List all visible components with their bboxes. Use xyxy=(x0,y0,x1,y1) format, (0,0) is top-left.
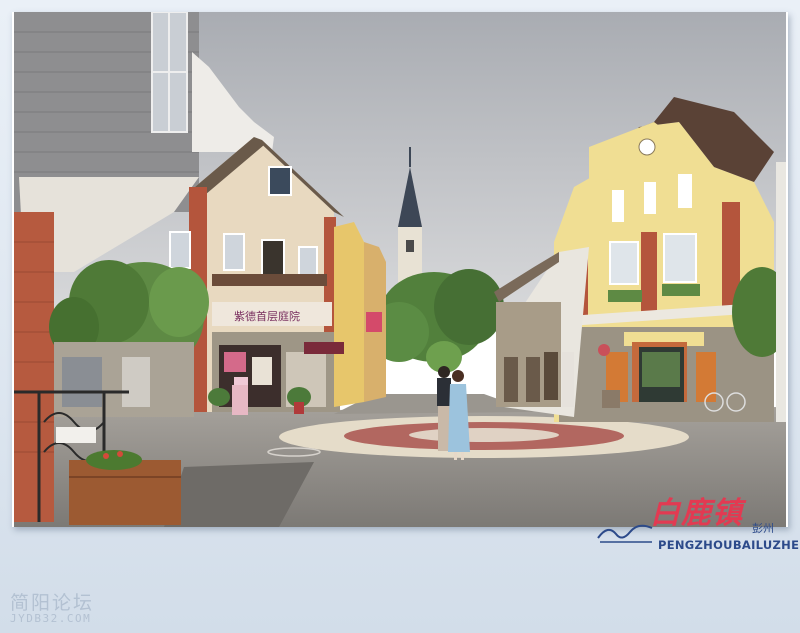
menu-board xyxy=(232,385,248,415)
brand-watermark-small: 彭州 xyxy=(752,522,774,535)
signature-swoosh-icon xyxy=(597,524,653,543)
mosaic-circle xyxy=(279,416,689,458)
couple-walking xyxy=(437,366,470,460)
forum-url: JYDB32.COM xyxy=(10,612,92,625)
brand-watermark-chinese: 白鹿镇 xyxy=(650,496,743,531)
brand-watermark-latin: PENGZHOUBAILUZHEN xyxy=(658,538,800,552)
forum-name: 简阳论坛 xyxy=(10,592,95,614)
planter-box xyxy=(69,450,181,525)
shop-sign: 紫德首层庭院 xyxy=(234,309,300,323)
street-photo: 紫德首层庭院 xyxy=(14,12,786,527)
